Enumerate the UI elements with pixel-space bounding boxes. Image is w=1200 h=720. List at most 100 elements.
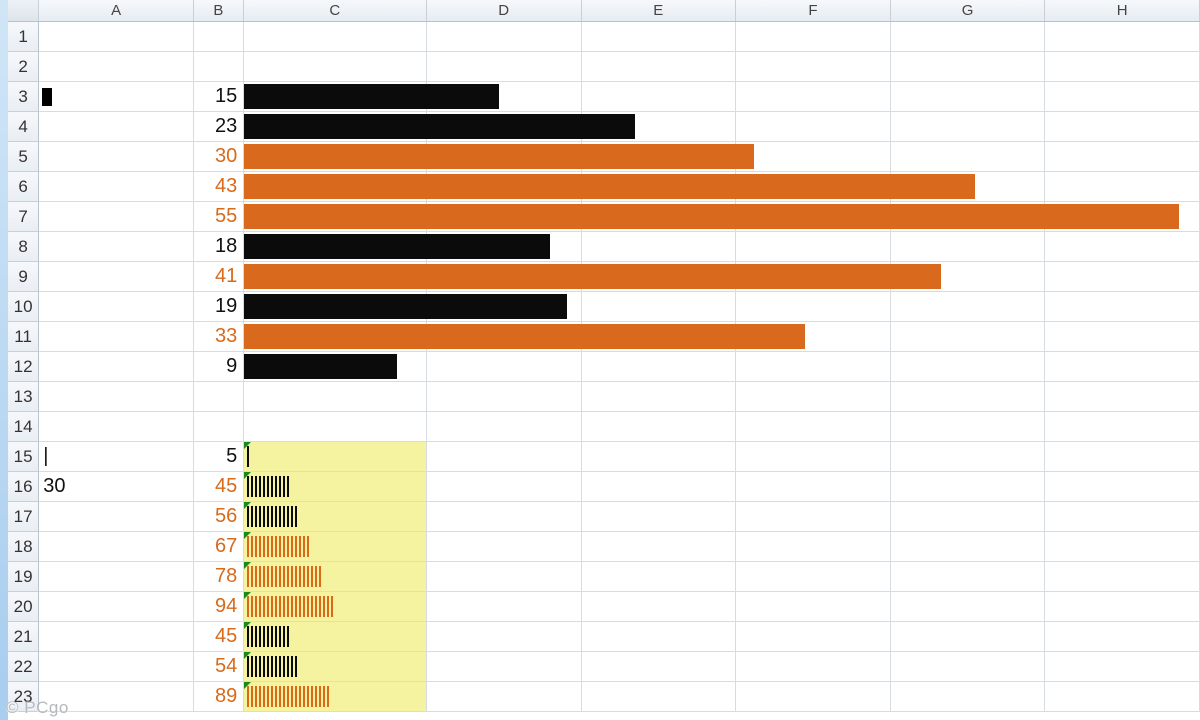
cell-C[interactable] [244, 292, 427, 322]
cell-D[interactable] [427, 352, 582, 382]
cell-C[interactable] [244, 382, 427, 412]
cell-F[interactable] [736, 682, 891, 712]
cell-D[interactable] [427, 412, 582, 442]
row-header[interactable]: 5 [8, 142, 39, 172]
cell-A[interactable] [39, 322, 194, 352]
cell-H[interactable] [1045, 22, 1200, 52]
row-header[interactable]: 6 [8, 172, 39, 202]
cell-G[interactable] [891, 112, 1046, 142]
cell-C[interactable] [244, 562, 427, 592]
row-header[interactable]: 21 [8, 622, 39, 652]
cell-D[interactable] [427, 442, 582, 472]
cell-A[interactable] [39, 52, 194, 82]
cell-A[interactable] [39, 82, 194, 112]
cell-A[interactable] [39, 352, 194, 382]
cell-H[interactable] [1045, 352, 1200, 382]
cell-C[interactable] [244, 352, 427, 382]
cell-D[interactable] [427, 502, 582, 532]
cell-A[interactable] [39, 112, 194, 142]
cell-B[interactable]: 94 [194, 592, 244, 622]
cell-G[interactable] [891, 502, 1046, 532]
cell-E[interactable] [582, 472, 737, 502]
cell-H[interactable] [1045, 382, 1200, 412]
cell-A[interactable]: 30 [39, 472, 194, 502]
column-header[interactable]: G [891, 0, 1046, 21]
cell-A[interactable] [39, 592, 194, 622]
cell-D[interactable] [427, 562, 582, 592]
cell-B[interactable]: 41 [194, 262, 244, 292]
cell-C[interactable] [244, 172, 427, 202]
cell-H[interactable] [1045, 292, 1200, 322]
column-header[interactable]: E [582, 0, 737, 21]
cell-C[interactable] [244, 592, 427, 622]
cell-G[interactable] [891, 352, 1046, 382]
cell-H[interactable] [1045, 442, 1200, 472]
cell-G[interactable] [891, 292, 1046, 322]
row-header[interactable]: 8 [8, 232, 39, 262]
row-header[interactable]: 18 [8, 532, 39, 562]
cell-D[interactable] [427, 532, 582, 562]
cell-F[interactable] [736, 292, 891, 322]
cell-B[interactable]: 18 [194, 232, 244, 262]
cell-B[interactable]: 19 [194, 292, 244, 322]
cell-B[interactable]: 33 [194, 322, 244, 352]
cell-B[interactable]: 30 [194, 142, 244, 172]
cell-C[interactable] [244, 412, 427, 442]
row-header[interactable]: 7 [8, 202, 39, 232]
cell-C[interactable] [244, 262, 427, 292]
row-header[interactable]: 17 [8, 502, 39, 532]
cell-A[interactable] [39, 652, 194, 682]
cell-H[interactable] [1045, 52, 1200, 82]
cell-C[interactable] [244, 112, 427, 142]
column-header[interactable]: F [736, 0, 891, 21]
cell-A[interactable] [39, 172, 194, 202]
cell-F[interactable] [736, 52, 891, 82]
cell-E[interactable] [582, 682, 737, 712]
cell-A[interactable] [39, 142, 194, 172]
cell-E[interactable] [582, 382, 737, 412]
cell-F[interactable] [736, 352, 891, 382]
cell-H[interactable] [1045, 322, 1200, 352]
cell-F[interactable] [736, 652, 891, 682]
row-header[interactable]: 20 [8, 592, 39, 622]
cell-G[interactable] [891, 682, 1046, 712]
cell-A[interactable] [39, 502, 194, 532]
cell-D[interactable] [427, 52, 582, 82]
cell-A[interactable] [39, 382, 194, 412]
cell-C[interactable] [244, 652, 427, 682]
cell-A[interactable] [39, 622, 194, 652]
cell-A[interactable] [39, 292, 194, 322]
cell-D[interactable] [427, 682, 582, 712]
cell-C[interactable] [244, 502, 427, 532]
cell-F[interactable] [736, 412, 891, 442]
cell-B[interactable]: 55 [194, 202, 244, 232]
cell-E[interactable] [582, 562, 737, 592]
cell-E[interactable] [582, 532, 737, 562]
row-header[interactable]: 13 [8, 382, 39, 412]
cell-H[interactable] [1045, 142, 1200, 172]
cell-G[interactable] [891, 472, 1046, 502]
row-header[interactable]: 12 [8, 352, 39, 382]
cell-B[interactable]: 43 [194, 172, 244, 202]
cell-C[interactable] [244, 202, 427, 232]
cell-E[interactable] [582, 352, 737, 382]
cell-B[interactable]: 23 [194, 112, 244, 142]
cell-C[interactable] [244, 22, 427, 52]
cell-B[interactable] [194, 412, 244, 442]
row-header[interactable]: 19 [8, 562, 39, 592]
cell-A[interactable] [39, 412, 194, 442]
cell-A[interactable]: | [39, 442, 194, 472]
cell-A[interactable] [39, 202, 194, 232]
cell-D[interactable] [427, 652, 582, 682]
cell-G[interactable] [891, 532, 1046, 562]
cell-A[interactable] [39, 232, 194, 262]
cell-D[interactable] [427, 622, 582, 652]
cell-B[interactable]: 15 [194, 82, 244, 112]
column-header[interactable]: C [244, 0, 427, 21]
cell-E[interactable] [582, 652, 737, 682]
row-header[interactable]: 1 [8, 22, 39, 52]
cell-B[interactable] [194, 22, 244, 52]
cell-G[interactable] [891, 652, 1046, 682]
cell-F[interactable] [736, 592, 891, 622]
cell-C[interactable] [244, 472, 427, 502]
